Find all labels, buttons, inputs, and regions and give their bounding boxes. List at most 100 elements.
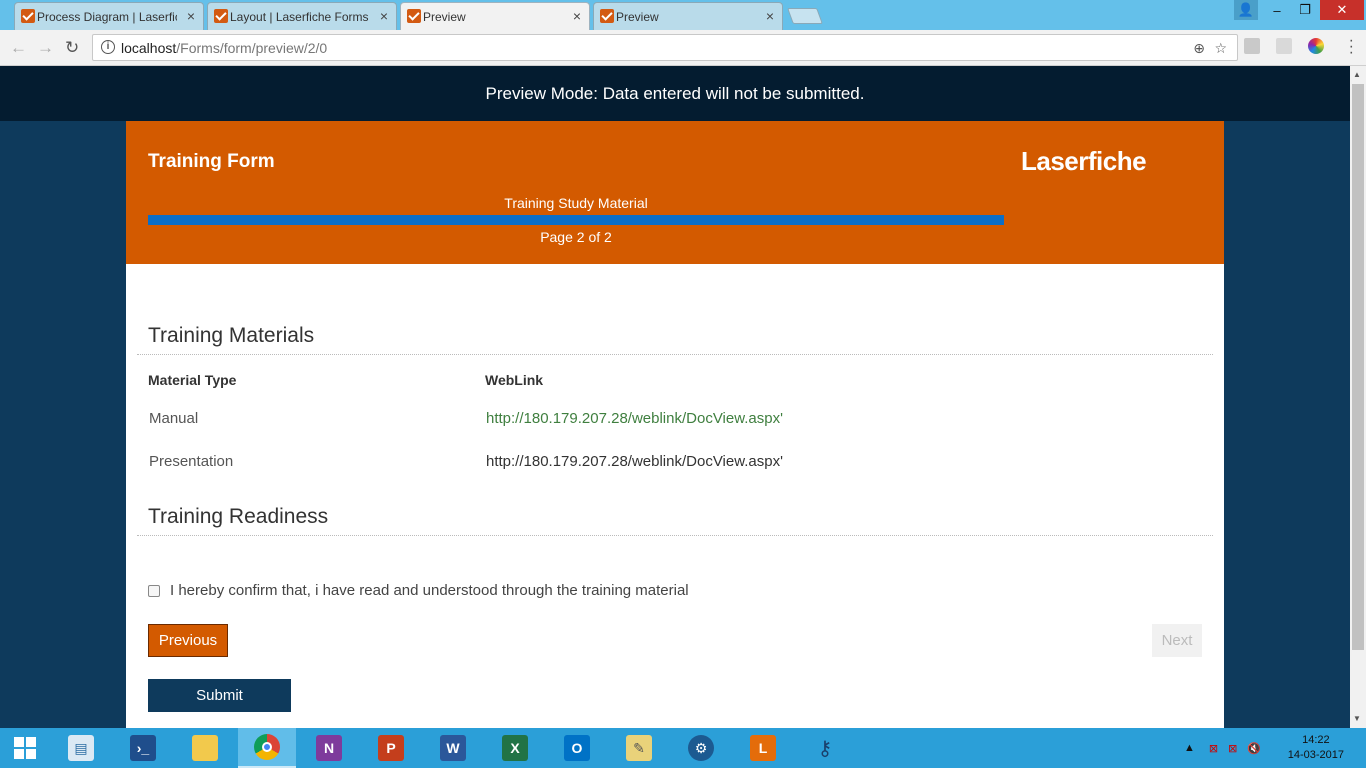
extension-l-icon[interactable] — [1244, 38, 1260, 54]
powershell-icon: ›_ — [130, 735, 156, 761]
url-text: localhost/Forms/form/preview/2/0 — [121, 40, 327, 56]
tab-preview[interactable]: Preview × — [593, 2, 783, 30]
tools-icon: ✎ — [626, 735, 652, 761]
laserfiche-favicon-icon — [21, 9, 35, 23]
clock-date: 14-03-2017 — [1287, 749, 1344, 761]
outlook-icon: O — [564, 735, 590, 761]
laserfiche-favicon-icon — [214, 9, 228, 23]
extension-color-icon[interactable] — [1308, 38, 1324, 54]
laserfiche-favicon-icon — [407, 9, 421, 23]
back-arrow-icon[interactable]: ← — [10, 38, 27, 58]
tab-preview-active[interactable]: Preview × — [400, 2, 590, 30]
onenote-taskbar-icon[interactable]: N — [300, 728, 358, 768]
scroll-down-arrow-icon[interactable]: ▼ — [1353, 714, 1361, 723]
key-taskbar-icon[interactable]: ⚷ — [796, 728, 854, 768]
server-manager-icon: ▤ — [68, 735, 94, 761]
folder-taskbar-icon[interactable] — [176, 728, 234, 768]
form-title: Training Form — [148, 151, 275, 172]
powerpoint-taskbar-icon[interactable]: P — [362, 728, 420, 768]
gear-icon: ⚙ — [688, 735, 714, 761]
tab-close-icon[interactable]: × — [573, 8, 581, 24]
file-explorer-taskbar-icon[interactable]: ▤ — [52, 728, 110, 768]
maximize-button[interactable]: ❐ — [1290, 0, 1320, 20]
forward-arrow-icon[interactable]: → — [37, 38, 54, 58]
start-button[interactable] — [0, 728, 50, 768]
progress-fill — [148, 215, 1004, 225]
tab-label: Preview — [423, 9, 466, 24]
network-icon[interactable]: ⊠ — [1209, 742, 1218, 755]
form-card: Training Form Laserfiche Training Study … — [126, 121, 1224, 728]
page-name: Training Study Material — [504, 195, 648, 211]
browser-tab-strip: Process Diagram | Laserfiche × Layout | … — [0, 0, 1366, 30]
zoom-icon[interactable]: ⊕ — [1193, 40, 1205, 57]
submit-button[interactable]: Submit — [148, 679, 291, 712]
tray-expand-icon[interactable]: ▲ — [1184, 742, 1195, 754]
weblink-presentation: http://180.179.207.28/weblink/DocView.as… — [486, 453, 783, 470]
bookmark-star-icon[interactable]: ☆ — [1214, 40, 1227, 57]
page-indicator: Page 2 of 2 — [540, 229, 612, 245]
next-button[interactable]: Next — [1152, 624, 1202, 657]
page-scrollbar[interactable]: ▲ ▼ — [1350, 66, 1366, 728]
tab-label: Process Diagram | Laserfiche — [37, 9, 177, 24]
url-path: /Forms/form/preview/2/0 — [176, 40, 328, 56]
tab-close-icon[interactable]: × — [766, 8, 774, 24]
folder-icon — [192, 735, 218, 761]
word-taskbar-icon[interactable]: W — [424, 728, 482, 768]
section-divider — [137, 354, 1213, 355]
chrome-icon — [254, 734, 280, 760]
action-center-icon[interactable]: ⊠ — [1228, 742, 1237, 755]
windows-logo-icon — [14, 737, 36, 759]
tab-process-diagram[interactable]: Process Diagram | Laserfiche × — [14, 2, 204, 30]
excel-icon: X — [502, 735, 528, 761]
laserfiche-logo: Laserfiche — [1021, 146, 1147, 176]
volume-icon[interactable]: 🔇 — [1247, 742, 1261, 755]
reload-icon[interactable]: ↻ — [65, 38, 79, 58]
browser-toolbar: ← → ↻ i localhost/Forms/form/preview/2/0… — [0, 30, 1366, 66]
laserfiche-icon: L — [750, 735, 776, 761]
powerpoint-icon: P — [378, 735, 404, 761]
column-header-material-type: Material Type — [148, 372, 237, 388]
tab-close-icon[interactable]: × — [380, 8, 388, 24]
laserfiche-taskbar-icon[interactable]: L — [734, 728, 792, 768]
tab-label: Preview — [616, 9, 659, 24]
weblink-manual[interactable]: http://180.179.207.28/weblink/DocView.as… — [486, 410, 783, 427]
chrome-menu-icon[interactable]: · · · — [1349, 33, 1354, 61]
column-header-weblink: WebLink — [485, 372, 544, 388]
url-host: localhost — [121, 40, 177, 56]
new-tab-button[interactable] — [787, 8, 823, 24]
onenote-icon: N — [316, 735, 342, 761]
tab-close-icon[interactable]: × — [187, 8, 195, 24]
confirm-row: I hereby confirm that, i have read and u… — [148, 582, 689, 599]
preview-mode-banner: Preview Mode: Data entered will not be s… — [0, 66, 1350, 121]
user-profile-icon[interactable]: 👤 — [1234, 0, 1258, 20]
confirm-checkbox[interactable] — [148, 584, 160, 597]
laserfiche-favicon-icon — [600, 9, 614, 23]
key-icon: ⚷ — [817, 737, 833, 760]
scrollbar-thumb[interactable] — [1352, 84, 1364, 650]
powershell-taskbar-icon[interactable]: ›_ — [114, 728, 172, 768]
address-bar[interactable]: i localhost/Forms/form/preview/2/0 ⊕ ☆ — [92, 34, 1238, 61]
system-tray: ▲ ⊠ ⊠ 🔇 — [1184, 728, 1261, 768]
progress-bar — [148, 215, 1004, 225]
material-type-cell: Presentation — [149, 453, 234, 470]
page-viewport: Preview Mode: Data entered will not be s… — [0, 66, 1350, 728]
close-window-button[interactable]: ✕ — [1320, 0, 1364, 20]
clock-time: 14:22 — [1302, 734, 1330, 746]
extension-pdf-icon[interactable] — [1276, 38, 1292, 54]
section-divider — [137, 535, 1213, 536]
chrome-taskbar-icon[interactable] — [238, 728, 296, 768]
confirm-label: I hereby confirm that, i have read and u… — [170, 582, 689, 599]
windows-taskbar: ▤ ›_ N P W X O ✎ ⚙ L ⚷ ▲ ⊠ ⊠ 🔇 14:22 14-… — [0, 728, 1366, 768]
form-header: Training Form Laserfiche Training Study … — [126, 121, 1224, 264]
site-info-icon[interactable]: i — [101, 40, 115, 54]
excel-taskbar-icon[interactable]: X — [486, 728, 544, 768]
taskbar-clock[interactable]: 14:22 14-03-2017 — [1288, 733, 1344, 763]
previous-button[interactable]: Previous — [148, 624, 228, 657]
scroll-up-arrow-icon[interactable]: ▲ — [1353, 70, 1361, 79]
settings-taskbar-icon[interactable]: ⚙ — [672, 728, 730, 768]
minimize-button[interactable]: – — [1262, 0, 1292, 20]
outlook-taskbar-icon[interactable]: O — [548, 728, 606, 768]
tools-taskbar-icon[interactable]: ✎ — [610, 728, 668, 768]
tab-label: Layout | Laserfiche Forms — [230, 9, 369, 24]
tab-layout[interactable]: Layout | Laserfiche Forms × — [207, 2, 397, 30]
